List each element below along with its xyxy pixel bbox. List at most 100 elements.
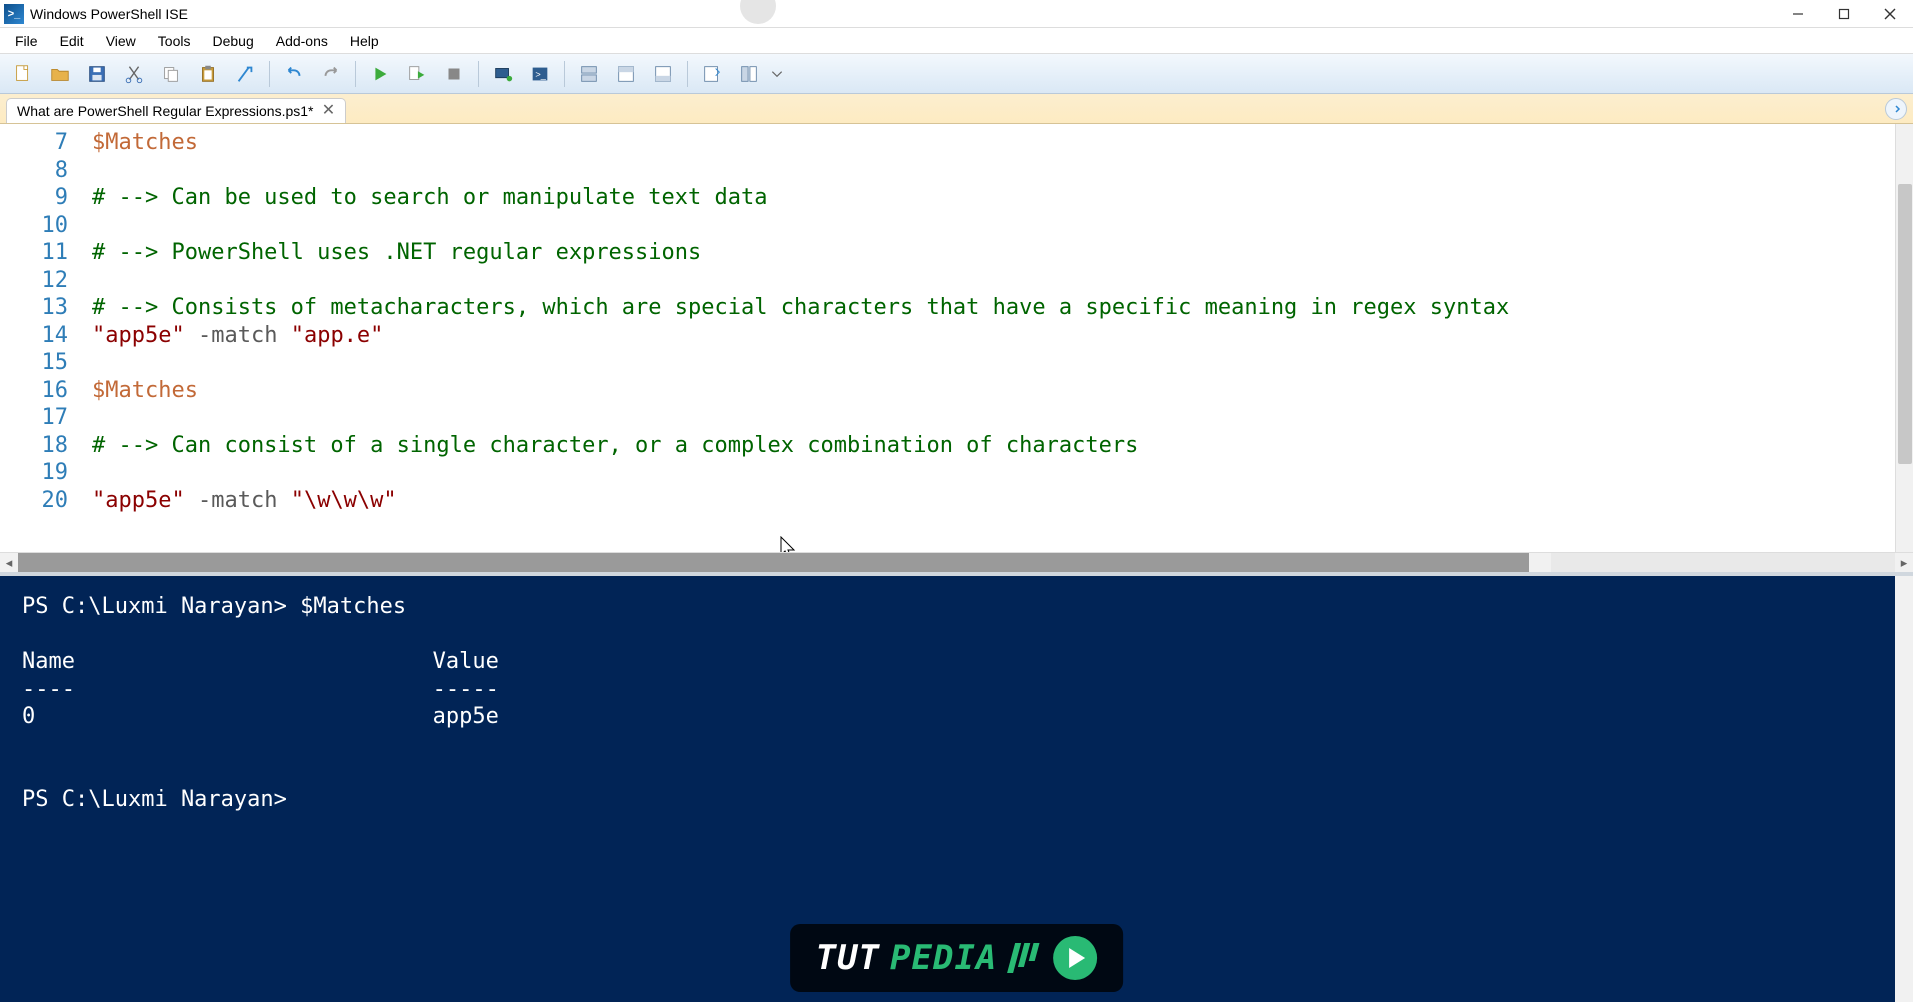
tab-expand-button[interactable] xyxy=(1885,98,1907,120)
save-button[interactable] xyxy=(80,58,114,90)
toolbar-separator xyxy=(564,61,565,87)
code-line[interactable]: # --> Consists of metacharacters, which … xyxy=(80,295,1913,323)
console-cell-name: 0 xyxy=(22,704,35,729)
tab-label: What are PowerShell Regular Expressions.… xyxy=(17,103,313,119)
toolbar-overflow-button[interactable] xyxy=(769,58,785,90)
code-line[interactable]: "app5e" -match "\w\w\w" xyxy=(80,488,1913,516)
line-number: 14 xyxy=(0,323,80,351)
console-prompt: PS C:\Luxmi Narayan> xyxy=(22,787,287,812)
editor-tab[interactable]: What are PowerShell Regular Expressions.… xyxy=(6,98,346,123)
console-underline: ---- xyxy=(22,677,75,702)
new-file-button[interactable] xyxy=(6,58,40,90)
console-header-name: Name xyxy=(22,649,75,674)
code-line[interactable] xyxy=(80,158,1913,186)
tabbar: What are PowerShell Regular Expressions.… xyxy=(0,94,1913,124)
toolbar-separator xyxy=(269,61,270,87)
code-line[interactable]: $Matches xyxy=(80,378,1913,406)
svg-text:>_: >_ xyxy=(535,69,546,79)
code-area[interactable]: $Matches # --> Can be used to search or m… xyxy=(80,124,1913,552)
line-number-gutter: 7891011121314151617181920 xyxy=(0,124,80,552)
show-addon-button[interactable] xyxy=(732,58,766,90)
console-command: $Matches xyxy=(300,594,406,619)
scrollbar-thumb[interactable] xyxy=(1898,184,1912,464)
console-prompt: PS C:\Luxmi Narayan> xyxy=(22,594,287,619)
redo-button[interactable] xyxy=(314,58,348,90)
maximize-button[interactable] xyxy=(1821,0,1867,28)
watermark: TUT PEDIA xyxy=(790,924,1124,992)
code-line[interactable] xyxy=(80,350,1913,378)
watermark-text: TUT xyxy=(816,938,880,978)
copy-button[interactable] xyxy=(154,58,188,90)
line-number: 18 xyxy=(0,433,80,461)
console-pane[interactable]: PS C:\Luxmi Narayan> $Matches Name Value… xyxy=(0,576,1913,1002)
layout-bottom-button[interactable] xyxy=(646,58,680,90)
layout-top-button[interactable] xyxy=(609,58,643,90)
console-header-value: Value xyxy=(433,649,499,674)
scroll-right-button[interactable]: ▸ xyxy=(1895,553,1913,572)
undo-button[interactable] xyxy=(277,58,311,90)
menu-addons[interactable]: Add-ons xyxy=(267,30,337,52)
layout-both-button[interactable] xyxy=(572,58,606,90)
line-number: 7 xyxy=(0,130,80,158)
line-number: 8 xyxy=(0,158,80,186)
console-cell-value: app5e xyxy=(433,704,499,729)
play-icon xyxy=(1053,936,1097,980)
line-number: 13 xyxy=(0,295,80,323)
menu-view[interactable]: View xyxy=(97,30,145,52)
stop-button[interactable] xyxy=(437,58,471,90)
menu-file[interactable]: File xyxy=(6,30,47,52)
code-line[interactable]: "app5e" -match "app.e" xyxy=(80,323,1913,351)
watermark-text: PEDIA xyxy=(890,938,997,978)
paste-button[interactable] xyxy=(191,58,225,90)
code-line[interactable] xyxy=(80,213,1913,241)
toolbar-separator xyxy=(355,61,356,87)
cut-button[interactable] xyxy=(117,58,151,90)
menu-tools[interactable]: Tools xyxy=(149,30,200,52)
decorative-circle xyxy=(740,0,776,24)
console-vertical-scrollbar[interactable] xyxy=(1895,576,1913,1002)
menubar: File Edit View Tools Debug Add-ons Help xyxy=(0,28,1913,54)
toolbar-separator xyxy=(478,61,479,87)
show-command-button[interactable] xyxy=(695,58,729,90)
toolbar-separator xyxy=(687,61,688,87)
console-underline: ----- xyxy=(433,677,499,702)
line-number: 17 xyxy=(0,405,80,433)
toolbar: >_ xyxy=(0,54,1913,94)
scrollbar-track[interactable] xyxy=(1551,553,1895,572)
line-number: 12 xyxy=(0,268,80,296)
line-number: 19 xyxy=(0,460,80,488)
code-line[interactable]: # --> PowerShell uses .NET regular expre… xyxy=(80,240,1913,268)
line-number: 20 xyxy=(0,488,80,516)
code-line[interactable]: # --> Can be used to search or manipulat… xyxy=(80,185,1913,213)
scrollbar-thumb[interactable] xyxy=(18,553,1529,572)
code-line[interactable] xyxy=(80,405,1913,433)
menu-edit[interactable]: Edit xyxy=(51,30,93,52)
titlebar: >_ Windows PowerShell ISE xyxy=(0,0,1913,28)
line-number: 10 xyxy=(0,213,80,241)
watermark-lines-icon xyxy=(1011,943,1037,973)
tab-close-icon[interactable]: ✕ xyxy=(321,104,335,118)
code-line[interactable] xyxy=(80,268,1913,296)
close-button[interactable] xyxy=(1867,0,1913,28)
editor-vertical-scrollbar[interactable] xyxy=(1895,124,1913,552)
find-button[interactable] xyxy=(228,58,262,90)
line-number: 11 xyxy=(0,240,80,268)
open-file-button[interactable] xyxy=(43,58,77,90)
menu-debug[interactable]: Debug xyxy=(203,30,262,52)
line-number: 9 xyxy=(0,185,80,213)
line-number: 16 xyxy=(0,378,80,406)
remote-button[interactable] xyxy=(486,58,520,90)
script-editor[interactable]: 7891011121314151617181920 $Matches # --> … xyxy=(0,124,1913,552)
line-number: 15 xyxy=(0,350,80,378)
code-line[interactable]: # --> Can consist of a single character,… xyxy=(80,433,1913,461)
app-icon: >_ xyxy=(4,4,24,24)
code-line[interactable] xyxy=(80,460,1913,488)
run-selection-button[interactable] xyxy=(400,58,434,90)
minimize-button[interactable] xyxy=(1775,0,1821,28)
run-button[interactable] xyxy=(363,58,397,90)
code-line[interactable]: $Matches xyxy=(80,130,1913,158)
scroll-left-button[interactable]: ◂ xyxy=(0,553,18,572)
editor-horizontal-scrollbar[interactable]: ◂ ▸ xyxy=(0,552,1913,572)
powershell-button[interactable]: >_ xyxy=(523,58,557,90)
menu-help[interactable]: Help xyxy=(341,30,388,52)
